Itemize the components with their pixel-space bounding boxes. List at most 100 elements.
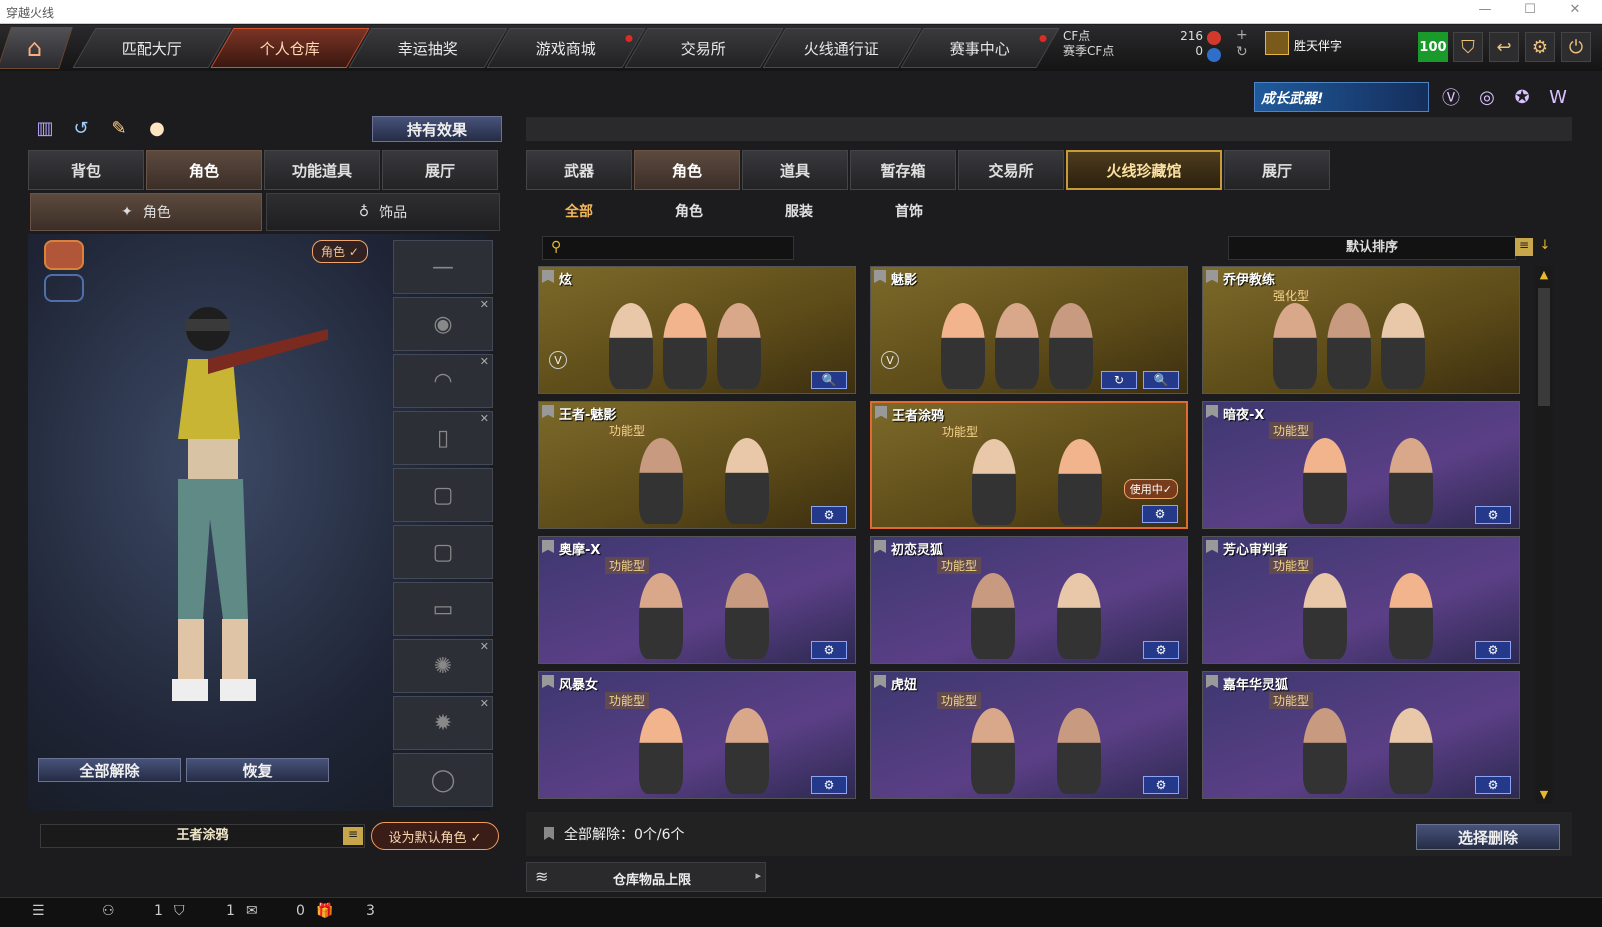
- restore-button[interactable]: 恢复: [186, 758, 329, 782]
- scroll-up-icon[interactable]: ▲: [1535, 268, 1553, 282]
- remove-icon[interactable]: ✕: [480, 298, 489, 311]
- bookmark-icon[interactable]: [874, 540, 886, 553]
- nav-tab-0[interactable]: 匹配大厅: [72, 28, 232, 68]
- character-card[interactable]: 初恋灵狐 功能型 ⚙: [870, 536, 1188, 664]
- growth-weapon-banner[interactable]: 成长武器!: [1254, 82, 1429, 112]
- character-edit-icon[interactable]: ✎: [106, 115, 132, 141]
- refresh-icon[interactable]: ↻: [1236, 44, 1248, 60]
- left-tab-3[interactable]: 展厅: [382, 150, 498, 190]
- bookmark-icon[interactable]: [1206, 675, 1218, 688]
- role-list-icon[interactable]: ≡: [343, 827, 363, 845]
- nav-tab-6[interactable]: 赛事中心: [900, 28, 1060, 68]
- character-card[interactable]: 芳心审判者 功能型 ⚙: [1202, 536, 1520, 664]
- w-logo-icon[interactable]: W: [1545, 84, 1571, 110]
- sort-dropdown[interactable]: 默认排序: [1228, 236, 1516, 260]
- maximize-button[interactable]: ☐: [1515, 2, 1545, 17]
- add-cf-icon[interactable]: +: [1236, 27, 1248, 43]
- character-card[interactable]: 王者涂鸦 功能型 ⚙ 使用中✓: [870, 401, 1188, 529]
- backpack-slot[interactable]: ▢: [393, 468, 493, 522]
- select-delete-button[interactable]: 选择删除: [1416, 824, 1560, 850]
- bookmark-icon[interactable]: [542, 540, 554, 553]
- stats-icon[interactable]: ▥: [32, 115, 58, 141]
- nav-tab-4[interactable]: 交易所: [624, 28, 784, 68]
- friends-icon[interactable]: ⚇: [102, 903, 115, 919]
- gift-icon[interactable]: 🎁: [316, 903, 333, 919]
- search-box[interactable]: ⚲: [542, 236, 794, 260]
- settings-icon[interactable]: ⚙: [1475, 641, 1511, 659]
- zoom-icon[interactable]: 🔍: [1143, 371, 1179, 389]
- character-card[interactable]: 暗夜-X 功能型 ⚙: [1202, 401, 1520, 529]
- eagle-icon[interactable]: [44, 240, 84, 270]
- left-tab-2[interactable]: 功能道具: [264, 150, 380, 190]
- filter-1[interactable]: 角色: [654, 192, 724, 230]
- holding-effect-button[interactable]: 持有效果: [372, 116, 502, 142]
- radio-slot[interactable]: ▯ ✕: [393, 411, 493, 465]
- vip-badge[interactable]: 100: [1418, 32, 1448, 62]
- nav-tab-1[interactable]: 个人仓库: [210, 28, 370, 68]
- set-default-role-button[interactable]: 设为默认角色 ✓: [371, 822, 499, 850]
- globe-icon[interactable]: ◎: [1474, 84, 1500, 110]
- wing-icon[interactable]: [44, 274, 84, 302]
- right-tab-4[interactable]: 交易所: [958, 150, 1064, 190]
- left-tab-0[interactable]: 背包: [28, 150, 144, 190]
- settings-icon[interactable]: ⚙: [811, 776, 847, 794]
- right-tab-6[interactable]: 展厅: [1224, 150, 1330, 190]
- bookmark-icon[interactable]: [1206, 270, 1218, 283]
- filter-0[interactable]: 全部: [544, 192, 614, 230]
- bookmark-icon[interactable]: [874, 675, 886, 688]
- scroll-down-icon[interactable]: ▼: [1535, 788, 1553, 802]
- character-card[interactable]: 乔伊教练 强化型: [1202, 266, 1520, 394]
- list-view-icon[interactable]: ≡: [1515, 238, 1533, 256]
- power-icon[interactable]: ⏻: [1561, 32, 1591, 62]
- character-card[interactable]: 风暴女 功能型 ⚙: [538, 671, 856, 799]
- vest-slot[interactable]: ▢: [393, 525, 493, 579]
- character-card[interactable]: 王者-魅影 功能型 ⚙: [538, 401, 856, 529]
- grenade-icon[interactable]: ●: [144, 115, 170, 141]
- gear-icon[interactable]: ⚙: [1525, 32, 1555, 62]
- bookmark-icon[interactable]: [874, 270, 886, 283]
- close-button[interactable]: ✕: [1560, 2, 1590, 17]
- bookmark-icon[interactable]: [542, 675, 554, 688]
- grid-scrollbar[interactable]: ▲ ▼: [1535, 266, 1553, 804]
- menu-icon[interactable]: ☰: [32, 903, 45, 919]
- right-tab-0[interactable]: 武器: [526, 150, 632, 190]
- storage-limit-bar[interactable]: ≋ 仓库物品上限 ▸: [526, 862, 766, 892]
- filter-3[interactable]: 首饰: [874, 192, 944, 230]
- dragon-slot[interactable]: ✺ ✕: [393, 639, 493, 693]
- search-input[interactable]: [571, 239, 789, 257]
- helmet-slot[interactable]: ◉ ✕: [393, 297, 493, 351]
- filter-2[interactable]: 服装: [764, 192, 834, 230]
- remove-icon[interactable]: ✕: [480, 412, 489, 425]
- settings-icon[interactable]: ⚙: [811, 641, 847, 659]
- settings-icon[interactable]: ⚙: [1143, 776, 1179, 794]
- right-tab-1[interactable]: 角色: [634, 150, 740, 190]
- v-badge-icon[interactable]: Ⓥ: [1438, 84, 1464, 110]
- settings-icon[interactable]: ⚙: [1142, 505, 1178, 523]
- zoom-icon[interactable]: 🔍: [811, 371, 847, 389]
- right-tab-5[interactable]: 火线珍藏馆: [1066, 150, 1222, 190]
- settings-icon[interactable]: ⚙: [1143, 641, 1179, 659]
- unequip-all-button[interactable]: 全部解除: [38, 758, 181, 782]
- character-card[interactable]: 炫 V 🔍: [538, 266, 856, 394]
- belt-slot[interactable]: ▭: [393, 582, 493, 636]
- clan-icon[interactable]: ⛉: [174, 903, 185, 919]
- settings-icon[interactable]: ⚙: [1475, 776, 1511, 794]
- bookmark-icon[interactable]: [875, 406, 887, 419]
- bookmark-icon[interactable]: [542, 405, 554, 418]
- ring-slot[interactable]: ◯: [393, 753, 493, 807]
- character-card[interactable]: 奥摩-X 功能型 ⚙: [538, 536, 856, 664]
- right-tab-3[interactable]: 暂存箱: [850, 150, 956, 190]
- subtab-role[interactable]: ✦ 角色: [30, 193, 262, 231]
- remove-icon[interactable]: ✕: [480, 697, 489, 710]
- character-card[interactable]: 虎妞 功能型 ⚙: [870, 671, 1188, 799]
- mask-slot[interactable]: ✹ ✕: [393, 696, 493, 750]
- shield-icon[interactable]: ⛉: [1453, 32, 1483, 62]
- chat-icon[interactable]: ✉: [246, 903, 258, 919]
- character-card[interactable]: 嘉年华灵狐 功能型 ⚙: [1202, 671, 1520, 799]
- nav-tab-5[interactable]: 火线通行证: [762, 28, 922, 68]
- remove-icon[interactable]: ✕: [480, 640, 489, 653]
- weapon-slot[interactable]: —: [393, 240, 493, 294]
- history-icon[interactable]: ↺: [68, 115, 94, 141]
- settings-icon[interactable]: ⚙: [1475, 506, 1511, 524]
- settings-icon[interactable]: ⚙: [811, 506, 847, 524]
